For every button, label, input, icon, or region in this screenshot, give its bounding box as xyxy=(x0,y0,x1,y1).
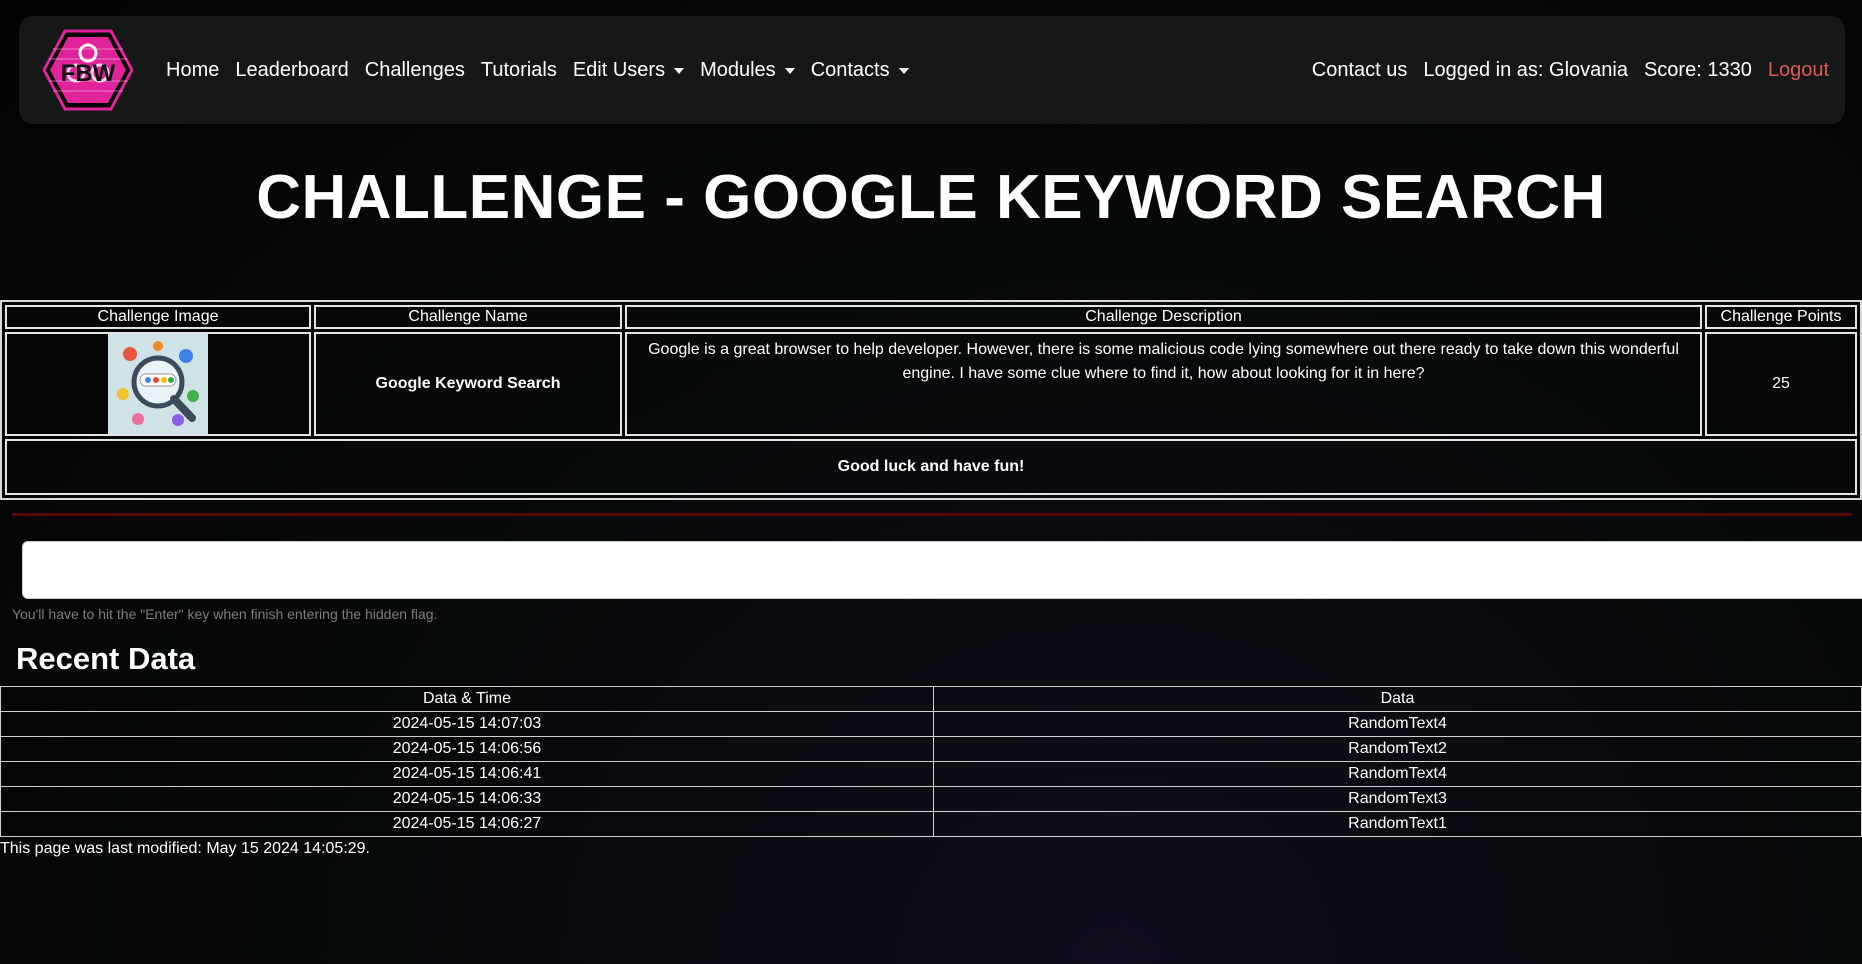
row-date-time: 2024-05-15 14:07:03 xyxy=(0,711,934,737)
row-date-time: 2024-05-15 14:06:41 xyxy=(0,761,934,787)
nav-home-label: Home xyxy=(166,58,220,81)
flag-input-hint: You'll have to hit the "Enter" key when … xyxy=(12,606,438,622)
logo-icon[interactable]: FBW xyxy=(43,29,133,111)
challenge-points: 25 xyxy=(1705,332,1857,436)
header-challenge-points: Challenge Points xyxy=(1705,305,1857,329)
challenge-description: Google is a great browser to help develo… xyxy=(625,332,1702,436)
table-row: 2024-05-15 14:07:03 RandomText4 xyxy=(0,711,1862,737)
caret-down-icon xyxy=(674,68,685,74)
navbar: FBW Home Leaderboard Challenges Tutorial… xyxy=(19,16,1845,124)
recent-table-header: Data & Time Data xyxy=(0,686,1862,712)
flag-input[interactable] xyxy=(22,541,1862,599)
recent-data-table: Data & Time Data 2024-05-15 14:07:03 Ran… xyxy=(0,686,1862,837)
page-title: CHALLENGE - GOOGLE KEYWORD SEARCH xyxy=(256,163,1606,232)
row-data: RandomText1 xyxy=(933,811,1862,837)
row-date-time: 2024-05-15 14:06:33 xyxy=(0,786,934,812)
table-row: 2024-05-15 14:06:56 RandomText2 xyxy=(0,736,1862,762)
row-date-time: 2024-05-15 14:06:56 xyxy=(0,736,934,762)
logged-in-user: Logged in as: Glovania xyxy=(1423,58,1628,81)
last-modified-footer: This page was last modified: May 15 2024… xyxy=(0,840,370,857)
nav-edit-users-label: Edit Users xyxy=(572,58,666,81)
challenge-footer-row: Good luck and have fun! xyxy=(5,439,1857,495)
challenge-name: Google Keyword Search xyxy=(314,332,622,436)
nav-contacts-label: Contacts xyxy=(810,58,890,81)
challenge-image xyxy=(108,334,208,434)
nav-edit-users-dropdown[interactable]: Edit Users xyxy=(572,58,685,82)
challenge-table: Challenge Image Challenge Name Challenge… xyxy=(0,300,1862,500)
nav-challenges-label: Challenges xyxy=(364,58,465,81)
caret-down-icon xyxy=(898,68,909,74)
challenge-row: Google Keyword Search Google is a great … xyxy=(5,332,1857,436)
nav-leaderboard[interactable]: Leaderboard xyxy=(235,59,348,82)
logout-link[interactable]: Logout xyxy=(1768,59,1829,82)
header-challenge-description: Challenge Description xyxy=(625,305,1702,329)
header-challenge-image: Challenge Image xyxy=(5,305,311,329)
logo-text: FBW xyxy=(61,60,116,87)
nav-links: Home Leaderboard Challenges Tutorials Ed… xyxy=(166,16,925,124)
nav-challenges[interactable]: Challenges xyxy=(365,59,465,82)
user-score: Score: 1330 xyxy=(1643,58,1752,81)
challenge-table-header: Challenge Image Challenge Name Challenge… xyxy=(5,305,1857,329)
row-data: RandomText3 xyxy=(933,786,1862,812)
nav-leaderboard-label: Leaderboard xyxy=(235,58,349,81)
row-date-time: 2024-05-15 14:06:27 xyxy=(0,811,934,837)
nav-modules-label: Modules xyxy=(700,58,776,81)
table-row: 2024-05-15 14:06:41 RandomText4 xyxy=(0,761,1862,787)
header-date-time: Data & Time xyxy=(0,686,934,712)
nav-tutorials[interactable]: Tutorials xyxy=(481,59,557,82)
nav-home[interactable]: Home xyxy=(166,59,219,82)
contact-us-link[interactable]: Contact us xyxy=(1312,59,1408,82)
header-data: Data xyxy=(933,686,1862,712)
good-luck-message: Good luck and have fun! xyxy=(5,439,1857,495)
table-row: 2024-05-15 14:06:33 RandomText3 xyxy=(0,786,1862,812)
header-challenge-name: Challenge Name xyxy=(314,305,622,329)
nav-modules-dropdown[interactable]: Modules xyxy=(700,59,795,82)
divider xyxy=(12,513,1852,516)
nav-contacts-dropdown[interactable]: Contacts xyxy=(811,59,909,82)
caret-down-icon xyxy=(784,68,795,74)
nav-tutorials-label: Tutorials xyxy=(480,58,557,81)
row-data: RandomText4 xyxy=(933,711,1862,737)
recent-data-title: Recent Data xyxy=(16,641,196,676)
row-data: RandomText4 xyxy=(933,761,1862,787)
challenge-image-cell xyxy=(5,332,311,436)
row-data: RandomText2 xyxy=(933,736,1862,762)
table-row: 2024-05-15 14:06:27 RandomText1 xyxy=(0,811,1862,837)
nav-right: Contact us Logged in as: Glovania Score:… xyxy=(1296,16,1829,124)
